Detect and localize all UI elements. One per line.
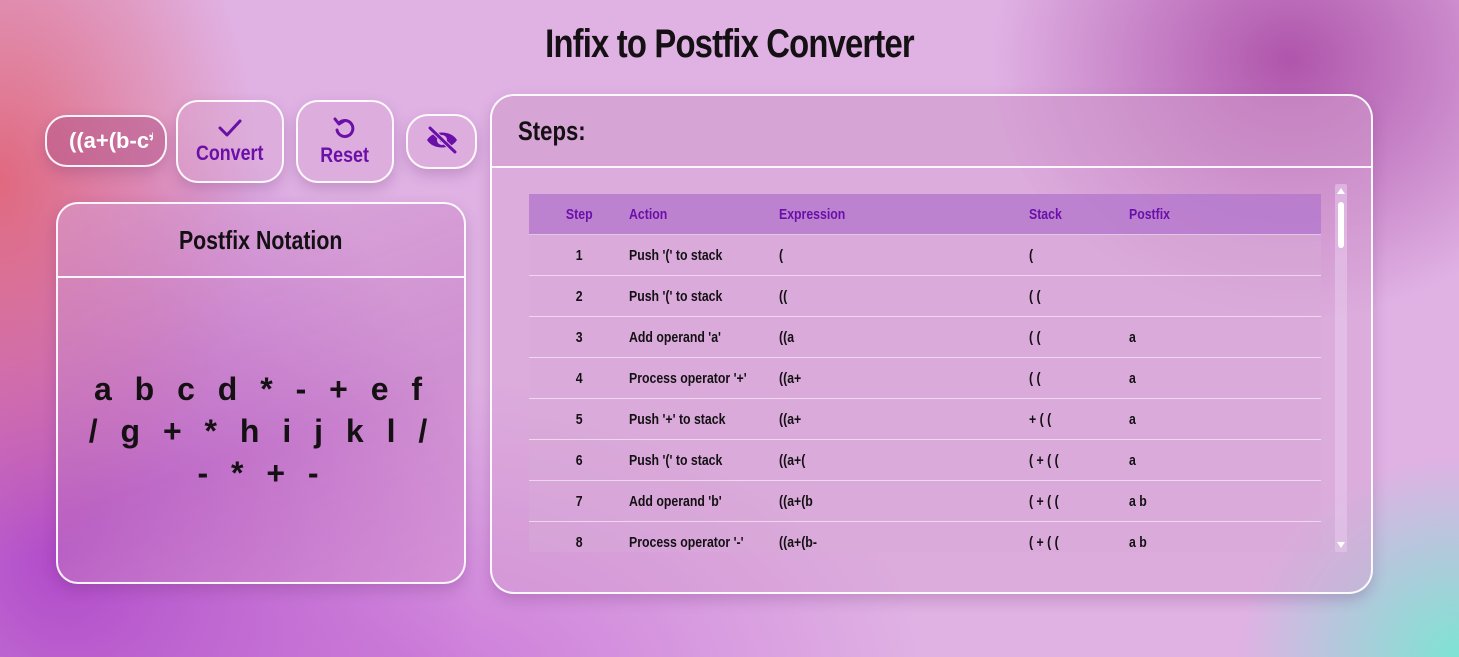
cell-step: 2	[529, 275, 629, 317]
cell-stack: ( + ( (	[1029, 439, 1129, 481]
table-row: 3 Add operand 'a' ((a ( ( a	[529, 316, 1321, 358]
cell-step: 8	[529, 521, 629, 552]
cell-expression: ((a	[779, 316, 1029, 358]
column-header-action: Action	[629, 205, 668, 223]
steps-table-header-row: Step Action Expression Stack Postfix	[529, 194, 1321, 235]
cell-action: Push '(' to stack	[629, 439, 779, 481]
cell-stack: ( + ( (	[1029, 521, 1129, 552]
table-row: 6 Push '(' to stack ((a+( ( + ( ( a	[529, 439, 1321, 481]
cell-expression: ((a+	[779, 398, 1029, 440]
postfix-card-body: a b c d * - + e f / g + * h i j k l / - …	[58, 278, 464, 584]
cell-expression: ((a+	[779, 357, 1029, 399]
cell-postfix: a b	[1129, 521, 1321, 552]
cell-action: Process operator '+'	[629, 357, 779, 399]
steps-card-header: Steps:	[492, 96, 1371, 168]
undo-icon	[333, 117, 355, 138]
toggle-visibility-button[interactable]	[406, 114, 477, 169]
scroll-down-arrow-icon[interactable]	[1337, 542, 1345, 548]
cell-action: Push '(' to stack	[629, 275, 779, 317]
table-row: 2 Push '(' to stack (( ( (	[529, 275, 1321, 317]
cell-postfix: a	[1129, 316, 1321, 358]
page-title: Infix to Postfix Converter	[545, 22, 915, 66]
convert-button-label: Convert	[196, 142, 264, 165]
cell-step: 5	[529, 398, 629, 440]
cell-stack: ( (	[1029, 357, 1129, 399]
reset-button[interactable]: Reset	[296, 100, 394, 183]
cell-expression: ((a+(b-	[779, 521, 1029, 552]
table-row: 1 Push '(' to stack ( (	[529, 234, 1321, 276]
cell-action: Add operand 'b'	[629, 480, 779, 522]
cell-step: 6	[529, 439, 629, 481]
eye-off-icon	[426, 125, 457, 155]
postfix-card: Postfix Notation a b c d * - + e f / g +…	[56, 202, 466, 584]
steps-heading: Steps:	[518, 115, 586, 146]
scroll-up-arrow-icon[interactable]	[1337, 188, 1345, 194]
cell-postfix: a b	[1129, 480, 1321, 522]
column-header-stack: Stack	[1029, 205, 1062, 223]
cell-expression: ((	[779, 275, 1029, 317]
cell-postfix	[1129, 234, 1321, 276]
column-header-step: Step	[565, 205, 593, 223]
cell-step: 4	[529, 357, 629, 399]
table-row: 4 Process operator '+' ((a+ ( ( a	[529, 357, 1321, 399]
cell-postfix: a	[1129, 357, 1321, 399]
table-row: 7 Add operand 'b' ((a+(b ( + ( ( a b	[529, 480, 1321, 522]
reset-button-label: Reset	[320, 144, 370, 167]
table-row: 5 Push '+' to stack ((a+ + ( ( a	[529, 398, 1321, 440]
cell-stack: + ( (	[1029, 398, 1129, 440]
column-header-postfix: Postfix	[1129, 205, 1171, 223]
cell-stack: ( + ( (	[1029, 480, 1129, 522]
postfix-result: a b c d * - + e f / g + * h i j k l / - …	[88, 371, 434, 491]
cell-stack: ( (	[1029, 275, 1129, 317]
expression-input[interactable]	[47, 117, 165, 165]
cell-step: 7	[529, 480, 629, 522]
check-icon	[218, 119, 242, 137]
column-header-expression: Expression	[779, 205, 846, 223]
cell-action: Process operator '-'	[629, 521, 779, 552]
cell-action: Push '+' to stack	[629, 398, 779, 440]
cell-action: Add operand 'a'	[629, 316, 779, 358]
cell-postfix: a	[1129, 439, 1321, 481]
steps-table: Step Action Expression Stack Postfix 1 P…	[529, 194, 1321, 552]
convert-button[interactable]: Convert	[176, 100, 284, 183]
steps-scrollbar[interactable]	[1335, 184, 1347, 552]
postfix-card-header: Postfix Notation	[58, 204, 464, 278]
scrollbar-thumb[interactable]	[1338, 202, 1344, 248]
table-row: 8 Process operator '-' ((a+(b- ( + ( ( a…	[529, 521, 1321, 552]
expression-input-container[interactable]	[45, 115, 167, 167]
postfix-heading: Postfix Notation	[179, 224, 343, 255]
cell-stack: ( (	[1029, 316, 1129, 358]
cell-step: 3	[529, 316, 629, 358]
cell-stack: (	[1029, 234, 1129, 276]
cell-expression: (	[779, 234, 1029, 276]
steps-card: Steps: Step Action Expression Stack Post…	[490, 94, 1373, 594]
cell-postfix: a	[1129, 398, 1321, 440]
cell-action: Push '(' to stack	[629, 234, 779, 276]
cell-expression: ((a+(b	[779, 480, 1029, 522]
cell-postfix	[1129, 275, 1321, 317]
steps-table-scroll[interactable]: Step Action Expression Stack Postfix 1 P…	[529, 194, 1321, 552]
cell-step: 1	[529, 234, 629, 276]
cell-expression: ((a+(	[779, 439, 1029, 481]
